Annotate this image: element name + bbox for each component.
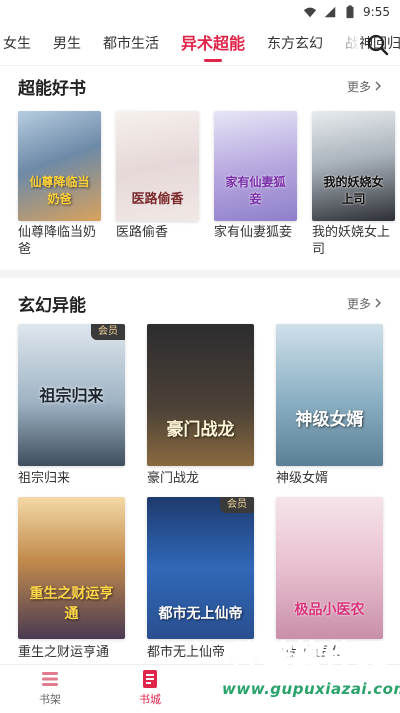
book-cover[interactable]: 仙尊降临当奶爸 bbox=[18, 111, 101, 221]
battery-icon bbox=[346, 5, 354, 19]
more-label: 更多 bbox=[346, 79, 371, 94]
section-superpower-books-header: 超能好书 更多 bbox=[18, 74, 382, 99]
book-title[interactable]: 家有仙妻狐妾 bbox=[214, 224, 302, 241]
book-title[interactable]: 神级女婿 bbox=[276, 470, 386, 487]
book-title[interactable]: 仙尊降临当奶爸 bbox=[18, 224, 106, 258]
book-title[interactable]: 祖宗归来 bbox=[18, 470, 128, 487]
book-title[interactable]: 重生之财运亨通 bbox=[18, 644, 128, 661]
book-cover[interactable]: 会员 都市无上仙帝 bbox=[147, 497, 254, 639]
status-time: 9:55 bbox=[363, 5, 390, 19]
watermark-url: www.gupuxiazai.com bbox=[222, 680, 400, 698]
tab-female[interactable]: 女生 bbox=[0, 24, 42, 65]
watermark-logo: 谷普软件园 bbox=[227, 637, 389, 677]
book-cover[interactable]: 家有仙妻狐妾 bbox=[214, 111, 297, 221]
book-cover[interactable]: 会员 祖宗归来 bbox=[18, 324, 125, 466]
chevron-right-icon bbox=[375, 298, 381, 308]
nav-bookstore[interactable]: 书城 bbox=[120, 669, 180, 707]
search-icon[interactable] bbox=[366, 33, 390, 57]
bookshelf-icon bbox=[42, 672, 58, 686]
book-title[interactable]: 医路偷香 bbox=[116, 224, 204, 241]
status-bar: 9:55 bbox=[0, 0, 400, 24]
book-cover[interactable]: 极品小医农 bbox=[276, 497, 383, 639]
bookstore-icon bbox=[143, 670, 157, 688]
book-title[interactable]: 我的妖娆女上司 bbox=[312, 224, 398, 258]
book-cover[interactable]: 医路偷香 bbox=[116, 111, 199, 221]
chevron-right-icon bbox=[375, 81, 381, 91]
vip-badge: 会员 bbox=[91, 324, 125, 340]
svg-text:谷普软件园: 谷普软件园 bbox=[228, 638, 388, 676]
section-divider bbox=[0, 270, 400, 278]
category-tabs: 女生 男生 都市生活 异术超能 东方玄幻 战神回归 bbox=[0, 24, 400, 66]
book-cover[interactable]: 豪门战龙 bbox=[147, 324, 254, 466]
book-cover[interactable]: 神级女婿 bbox=[276, 324, 383, 466]
more-label: 更多 bbox=[346, 296, 371, 311]
signal-icon bbox=[324, 6, 336, 18]
book-cover[interactable]: 重生之财运亨通 bbox=[18, 497, 125, 639]
section-title: 玄幻异能 bbox=[18, 295, 86, 316]
tab-urban-life[interactable]: 都市生活 bbox=[92, 24, 170, 65]
tab-male[interactable]: 男生 bbox=[42, 24, 92, 65]
section-title: 超能好书 bbox=[18, 78, 86, 99]
tab-superpower[interactable]: 异术超能 bbox=[170, 24, 256, 65]
more-link[interactable]: 更多 bbox=[347, 78, 382, 95]
wifi-icon bbox=[303, 7, 317, 18]
section-fantasy-header: 玄幻异能 更多 bbox=[18, 291, 382, 316]
book-cover[interactable]: 我的妖娆女上司 bbox=[312, 111, 395, 221]
nav-bookstore-label: 书城 bbox=[139, 693, 161, 706]
tabs-fade bbox=[330, 24, 360, 65]
vip-badge: 会员 bbox=[220, 497, 254, 513]
nav-bookshelf[interactable]: 书架 bbox=[20, 669, 80, 707]
nav-bookshelf-label: 书架 bbox=[39, 693, 61, 706]
tab-eastern-fantasy[interactable]: 东方玄幻 bbox=[256, 24, 334, 65]
more-link[interactable]: 更多 bbox=[347, 295, 382, 312]
book-title[interactable]: 豪门战龙 bbox=[147, 470, 257, 487]
